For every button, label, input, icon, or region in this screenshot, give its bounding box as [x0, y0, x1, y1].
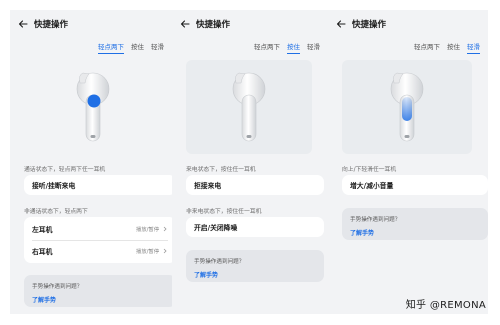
tab-press-hold[interactable]: 按住 — [287, 42, 300, 54]
row-answer-hangup[interactable]: 接听/挂断来电 — [24, 175, 172, 195]
tab-press-hold[interactable]: 按住 — [447, 42, 460, 54]
row-label: 接听/挂断来电 — [32, 182, 76, 190]
row-value: 播放/暂停 — [136, 249, 159, 255]
settings-card-in-call: 接听/挂断来电 — [24, 175, 172, 195]
section-heading-swipe: 向上/下轻滑任一耳机 — [342, 167, 397, 173]
tab-swipe[interactable]: 轻滑 — [151, 42, 164, 54]
tab-bar: 轻点两下 按住 轻滑 — [254, 42, 320, 54]
row-value: 播放/暂停 — [136, 227, 159, 233]
section-heading-not-in-call: 非通话状态下，轻点两下 — [24, 209, 88, 215]
screen-press-hold: 快捷操作 轻点两下 按住 轻滑 来电状态下，按住任一耳机 拒接来电 非来电状态下… — [172, 10, 328, 314]
earbud-illustration — [342, 60, 472, 154]
settings-card-incoming-call: 拒接来电 — [186, 175, 324, 195]
settings-card-no-incoming-call: 开启/关闭降噪 — [186, 217, 324, 237]
page-title: 快捷操作 — [196, 20, 231, 30]
earbud-illustration — [24, 60, 158, 154]
tab-double-tap[interactable]: 轻点两下 — [98, 42, 124, 54]
header: 快捷操作 — [18, 17, 68, 31]
section-heading-in-call: 通话状态下，轻点两下任一耳机 — [24, 167, 106, 173]
row-right-earbud[interactable]: 右耳机 播放/暂停 — [24, 241, 172, 261]
settings-card-swipe: 增大/减小音量 — [342, 175, 488, 195]
row-label: 开启/关闭降噪 — [194, 224, 238, 232]
screen-swipe: 快捷操作 轻点两下 按住 轻滑 向上/下轻滑任一耳机 增大/减小音量 手势操作遇… — [328, 10, 488, 314]
row-toggle-noise-cancel[interactable]: 开启/关闭降噪 — [186, 217, 324, 237]
tab-double-tap[interactable]: 轻点两下 — [254, 42, 280, 54]
row-label: 拒接来电 — [194, 182, 222, 190]
help-card: 手势操作遇到问题？ 了解手势 — [342, 208, 488, 240]
section-heading-no-incoming-call: 非来电状态下，按住任一耳机 — [186, 209, 262, 215]
header: 快捷操作 — [180, 17, 230, 31]
back-arrow-icon[interactable] — [180, 19, 190, 29]
row-label: 右耳机 — [32, 248, 53, 256]
row-volume-up-down[interactable]: 增大/减小音量 — [342, 175, 488, 195]
back-arrow-icon[interactable] — [18, 19, 28, 29]
section-heading-incoming-call: 来电状态下，按住任一耳机 — [186, 167, 256, 173]
tab-bar: 轻点两下 按住 轻滑 — [98, 42, 164, 54]
row-left-earbud[interactable]: 左耳机 播放/暂停 — [24, 219, 172, 239]
page-title: 快捷操作 — [352, 20, 387, 30]
chevron-right-icon — [162, 248, 168, 254]
tab-press-hold[interactable]: 按住 — [131, 42, 144, 54]
help-question: 手势操作遇到问题？ — [32, 284, 83, 290]
chevron-right-icon — [162, 226, 168, 232]
row-label: 增大/减小音量 — [350, 182, 394, 190]
help-question: 手势操作遇到问题？ — [194, 259, 245, 265]
learn-gestures-link[interactable]: 了解手势 — [194, 270, 316, 279]
watermark: 知乎 @REMONA — [405, 300, 486, 311]
learn-gestures-link[interactable]: 了解手势 — [350, 228, 480, 237]
back-arrow-icon[interactable] — [336, 19, 346, 29]
header: 快捷操作 — [336, 17, 386, 31]
row-decline-call[interactable]: 拒接来电 — [186, 175, 324, 195]
tab-double-tap[interactable]: 轻点两下 — [414, 42, 440, 54]
tab-swipe[interactable]: 轻滑 — [307, 42, 320, 54]
tab-bar: 轻点两下 按住 轻滑 — [414, 42, 480, 54]
help-question: 手势操作遇到问题？ — [350, 217, 401, 223]
settings-card-not-in-call: 左耳机 播放/暂停 右耳机 播放/暂停 — [24, 217, 172, 263]
row-label: 左耳机 — [32, 226, 53, 234]
tab-swipe[interactable]: 轻滑 — [467, 42, 480, 54]
earbud-illustration — [186, 60, 312, 154]
help-card: 手势操作遇到问题？ 了解手势 — [24, 275, 172, 307]
screen-double-tap: 快捷操作 轻点两下 按住 轻滑 通话状态下，轻点两下任一耳机 接听/挂断来电 非… — [10, 10, 172, 314]
learn-gestures-link[interactable]: 了解手势 — [32, 295, 168, 304]
help-card: 手势操作遇到问题？ 了解手势 — [186, 250, 324, 282]
page-title: 快捷操作 — [34, 20, 69, 30]
